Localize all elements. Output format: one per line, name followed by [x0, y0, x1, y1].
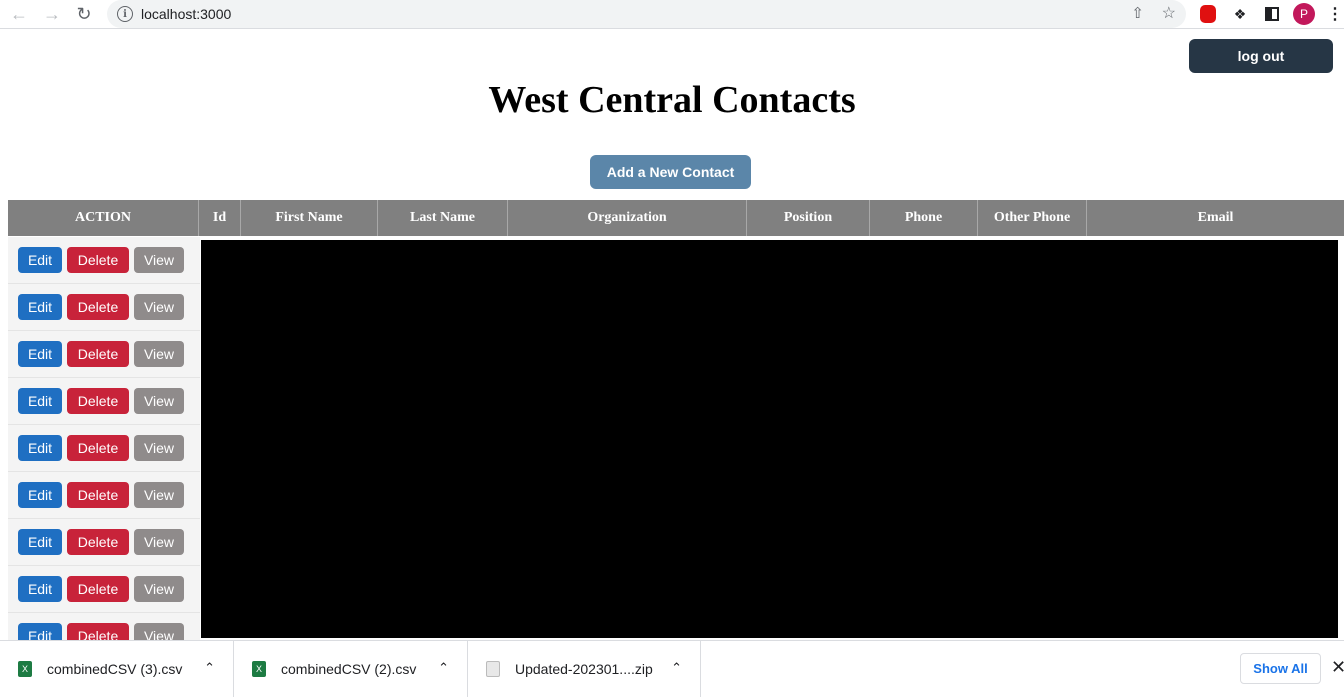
edit-button[interactable]: Edit	[18, 247, 62, 273]
contacts-table: ACTION Id First Name Last Name Organizat…	[8, 200, 1344, 640]
add-contact-button[interactable]: Add a New Contact	[590, 155, 751, 189]
download-filename: combinedCSV (3).csv	[47, 661, 183, 677]
download-filename: combinedCSV (2).csv	[281, 661, 417, 677]
column-header-first-name: First Name	[241, 200, 378, 236]
column-header-organization: Organization	[508, 200, 747, 236]
edit-button[interactable]: Edit	[18, 623, 62, 640]
forward-icon[interactable]: →	[36, 0, 68, 29]
view-button[interactable]: View	[134, 341, 184, 367]
chevron-up-icon[interactable]: ⌃	[671, 660, 682, 676]
column-header-action: ACTION	[8, 200, 199, 236]
back-icon[interactable]: ←	[3, 0, 35, 29]
chevron-up-icon[interactable]: ⌃	[438, 660, 449, 676]
action-column: Edit Delete View Edit Delete View Edit Delete Vi…	[8, 237, 200, 640]
edit-button[interactable]: Edit	[18, 529, 62, 555]
bookmark-star-icon[interactable]: ☆	[1162, 3, 1176, 23]
table-row: Edit Delete View	[8, 566, 200, 613]
table-row: Edit Delete View	[8, 331, 200, 378]
view-button[interactable]: View	[134, 435, 184, 461]
close-icon[interactable]: ✕	[1331, 657, 1344, 678]
zip-file-icon	[486, 661, 500, 677]
view-button[interactable]: View	[134, 294, 184, 320]
url-text: localhost:3000	[141, 6, 232, 22]
delete-button[interactable]: Delete	[67, 623, 129, 640]
download-shelf: X combinedCSV (3).csv ⌃ X combinedCSV (2…	[0, 640, 1344, 697]
delete-button[interactable]: Delete	[67, 576, 129, 602]
delete-button[interactable]: Delete	[67, 294, 129, 320]
extensions-puzzle-icon[interactable]: ❖	[1229, 3, 1251, 25]
view-button[interactable]: View	[134, 529, 184, 555]
reload-icon[interactable]: ↻	[68, 0, 100, 29]
column-header-email: Email	[1197, 210, 1234, 225]
address-bar[interactable]: i localhost:3000 ⇧ ☆	[107, 0, 1186, 28]
column-header-position: Position	[747, 200, 870, 236]
view-button[interactable]: View	[134, 247, 184, 273]
browser-menu-icon[interactable]: ⋮	[1327, 3, 1343, 25]
delete-button[interactable]: Delete	[67, 341, 129, 367]
logout-button[interactable]: log out	[1189, 39, 1333, 73]
edit-button[interactable]: Edit	[18, 388, 62, 414]
profile-avatar[interactable]: P	[1293, 3, 1315, 25]
download-filename: Updated-202301....zip	[515, 661, 653, 677]
view-button[interactable]: View	[134, 388, 184, 414]
extension-red-icon[interactable]	[1197, 3, 1219, 25]
show-all-downloads-button[interactable]: Show All	[1240, 653, 1321, 684]
table-header: ACTION Id First Name Last Name Organizat…	[8, 200, 1344, 236]
download-item[interactable]: X combinedCSV (3).csv ⌃	[0, 641, 234, 697]
site-info-icon[interactable]: i	[117, 6, 133, 22]
browser-toolbar: ← → ↻ i localhost:3000 ⇧ ☆ ❖ P ⋮	[0, 0, 1344, 29]
spreadsheet-file-icon: X	[252, 661, 266, 677]
table-row: Edit Delete View	[8, 472, 200, 519]
edit-button[interactable]: Edit	[18, 435, 62, 461]
delete-button[interactable]: Delete	[67, 482, 129, 508]
view-button[interactable]: View	[134, 482, 184, 508]
page-title: West Central Contacts	[488, 79, 856, 121]
table-row: Edit Delete View	[8, 237, 200, 284]
edit-button[interactable]: Edit	[18, 341, 62, 367]
delete-button[interactable]: Delete	[67, 529, 129, 555]
table-row: Edit Delete View	[8, 425, 200, 472]
delete-button[interactable]: Delete	[67, 388, 129, 414]
column-header-other-phone: Other Phone	[978, 200, 1087, 236]
table-row: Edit Delete View	[8, 378, 200, 425]
share-icon[interactable]: ⇧	[1131, 4, 1144, 22]
download-item[interactable]: X combinedCSV (2).csv ⌃	[234, 641, 468, 697]
view-button[interactable]: View	[134, 623, 184, 640]
redacted-table-content	[201, 240, 1338, 638]
table-row: Edit Delete View	[8, 519, 200, 566]
delete-button[interactable]: Delete	[67, 435, 129, 461]
delete-button[interactable]: Delete	[67, 247, 129, 273]
edit-button[interactable]: Edit	[18, 576, 62, 602]
column-header-last-name: Last Name	[378, 200, 508, 236]
spreadsheet-file-icon: X	[18, 661, 32, 677]
side-panel-icon[interactable]	[1261, 3, 1283, 25]
column-header-phone: Phone	[870, 200, 978, 236]
download-item[interactable]: Updated-202301....zip ⌃	[468, 641, 701, 697]
edit-button[interactable]: Edit	[18, 482, 62, 508]
edit-button[interactable]: Edit	[18, 294, 62, 320]
table-row: Edit Delete View	[8, 613, 200, 640]
table-row: Edit Delete View	[8, 284, 200, 331]
view-button[interactable]: View	[134, 576, 184, 602]
chevron-up-icon[interactable]: ⌃	[204, 660, 215, 676]
column-header-id: Id	[199, 200, 241, 236]
